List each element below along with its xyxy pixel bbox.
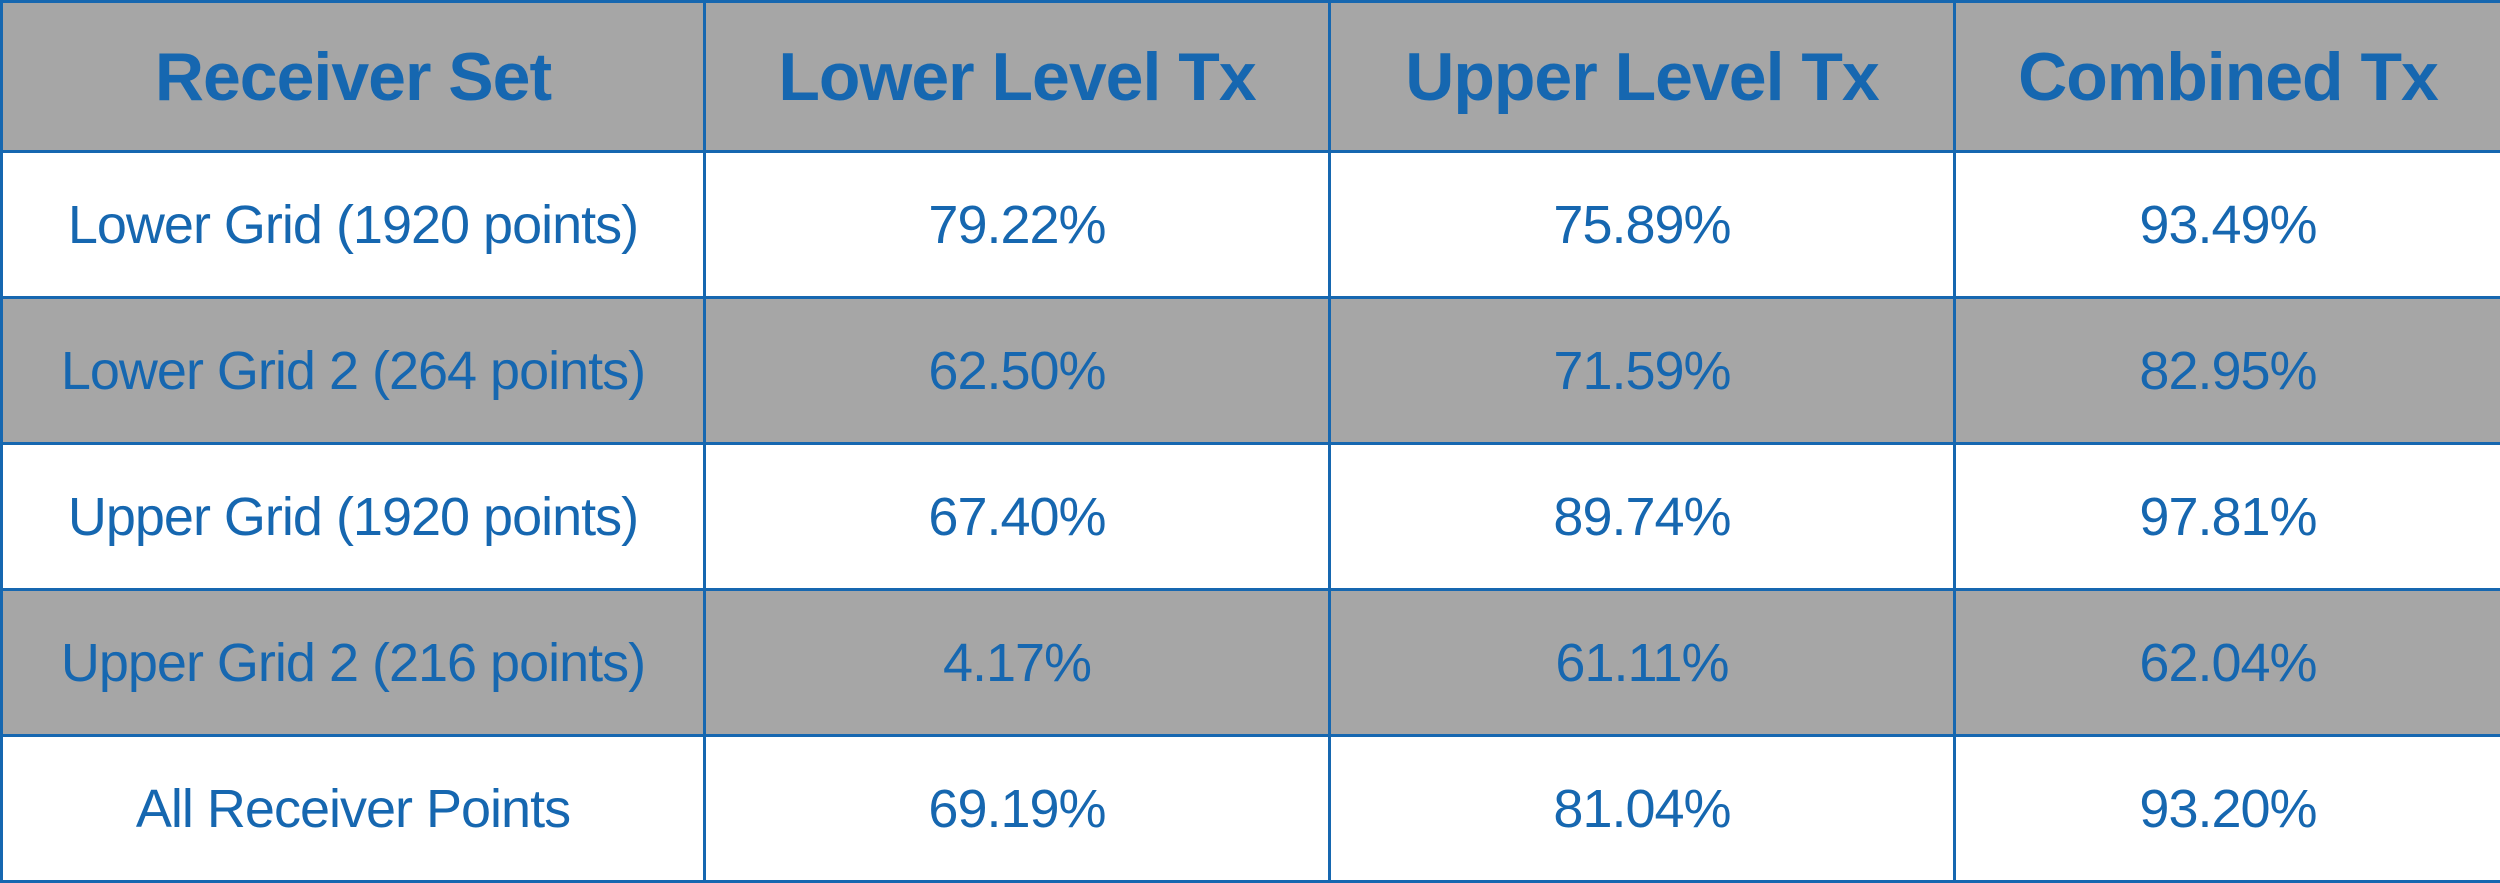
header-upper-level-tx: Upper Level Tx bbox=[1330, 2, 1955, 152]
upper-level-tx-cell: 71.59% bbox=[1330, 298, 1955, 444]
lower-level-tx-cell: 4.17% bbox=[705, 590, 1330, 736]
table-row: Lower Grid 2 (264 points) 62.50% 71.59% … bbox=[2, 298, 2500, 444]
coverage-table: Receiver Set Lower Level Tx Upper Level … bbox=[0, 0, 2500, 883]
receiver-set-cell: Lower Grid (1920 points) bbox=[2, 152, 705, 298]
upper-level-tx-cell: 75.89% bbox=[1330, 152, 1955, 298]
lower-level-tx-cell: 69.19% bbox=[705, 736, 1330, 882]
combined-tx-cell: 93.49% bbox=[1955, 152, 2500, 298]
table-row: Lower Grid (1920 points) 79.22% 75.89% 9… bbox=[2, 152, 2500, 298]
header-combined-tx: Combined Tx bbox=[1955, 2, 2500, 152]
receiver-set-cell: All Receiver Points bbox=[2, 736, 705, 882]
receiver-set-cell: Upper Grid (1920 points) bbox=[2, 444, 705, 590]
lower-level-tx-cell: 67.40% bbox=[705, 444, 1330, 590]
combined-tx-cell: 93.20% bbox=[1955, 736, 2500, 882]
table-row: Upper Grid 2 (216 points) 4.17% 61.11% 6… bbox=[2, 590, 2500, 736]
combined-tx-cell: 82.95% bbox=[1955, 298, 2500, 444]
upper-level-tx-cell: 81.04% bbox=[1330, 736, 1955, 882]
upper-level-tx-cell: 61.11% bbox=[1330, 590, 1955, 736]
header-row: Receiver Set Lower Level Tx Upper Level … bbox=[2, 2, 2500, 152]
combined-tx-cell: 62.04% bbox=[1955, 590, 2500, 736]
lower-level-tx-cell: 79.22% bbox=[705, 152, 1330, 298]
upper-level-tx-cell: 89.74% bbox=[1330, 444, 1955, 590]
receiver-set-cell: Upper Grid 2 (216 points) bbox=[2, 590, 705, 736]
table-body: Lower Grid (1920 points) 79.22% 75.89% 9… bbox=[2, 152, 2500, 882]
combined-tx-cell: 97.81% bbox=[1955, 444, 2500, 590]
table-row: All Receiver Points 69.19% 81.04% 93.20% bbox=[2, 736, 2500, 882]
table-row: Upper Grid (1920 points) 67.40% 89.74% 9… bbox=[2, 444, 2500, 590]
lower-level-tx-cell: 62.50% bbox=[705, 298, 1330, 444]
header-lower-level-tx: Lower Level Tx bbox=[705, 2, 1330, 152]
table-header: Receiver Set Lower Level Tx Upper Level … bbox=[2, 2, 2500, 152]
receiver-set-cell: Lower Grid 2 (264 points) bbox=[2, 298, 705, 444]
header-receiver-set: Receiver Set bbox=[2, 2, 705, 152]
